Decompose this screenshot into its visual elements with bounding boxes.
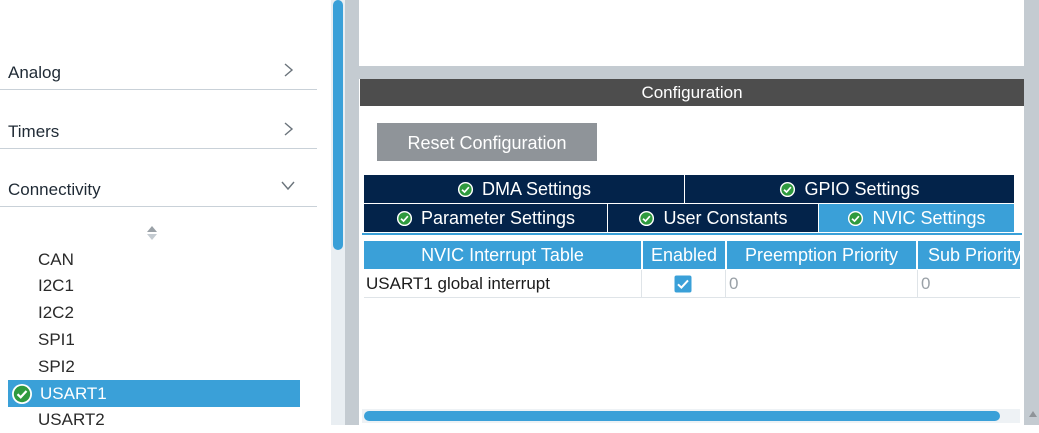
tab-dma-settings[interactable]: DMA Settings [364,175,684,203]
chevron-down-icon [281,181,295,191]
categories-panel: Analog Timers Connectivity CAN I2C1 I2C2… [0,0,331,429]
category-timers[interactable]: Timers [0,90,317,149]
column-header-enabled[interactable]: Enabled [643,241,725,269]
category-analog-label: Analog [8,63,61,82]
tab-underline [362,233,1022,235]
category-analog[interactable]: Analog [0,31,317,90]
tab-gpio-settings-label: GPIO Settings [804,178,920,199]
tab-user-constants[interactable]: User Constants [608,204,818,232]
chevron-right-icon [284,63,294,77]
column-header-interrupt-table[interactable]: NVIC Interrupt Table [364,241,641,269]
column-header-sub-priority[interactable]: Sub Priority [918,241,1020,269]
table-cell-interrupt-name[interactable]: USART1 global interrupt [364,270,642,298]
peripheral-spi2[interactable]: SPI2 [38,354,75,380]
mode-area [359,0,1024,66]
check-circle-icon [639,210,655,226]
right-border [1024,0,1039,425]
peripheral-usart1-label: USART1 [40,384,107,403]
category-connectivity[interactable]: Connectivity [0,148,317,207]
check-circle-icon [12,384,32,404]
scroll-arrow-icon[interactable] [1028,409,1038,423]
peripheral-i2c2[interactable]: I2C2 [38,300,74,326]
tab-parameter-settings-label: Parameter Settings [420,207,576,228]
check-circle-icon [780,181,796,197]
tab-user-constants-label: User Constants [663,207,788,228]
column-header-preemption-priority[interactable]: Preemption Priority [727,241,916,269]
check-circle-icon [848,210,864,226]
tab-dma-settings-label: DMA Settings [481,178,592,199]
left-scrollbar-thumb[interactable] [333,0,343,250]
table-cell-sub-priority[interactable]: 0 [918,270,1020,298]
table-cell-preemption-priority[interactable]: 0 [726,270,918,298]
check-circle-icon [457,181,474,197]
horizontal-scrollbar-thumb[interactable] [364,411,1000,421]
tab-gpio-settings[interactable]: GPIO Settings [685,175,1014,203]
category-connectivity-label: Connectivity [8,180,101,199]
sort-icon[interactable] [146,224,158,242]
reset-configuration-button[interactable]: Reset Configuration [377,123,597,161]
section-gap [359,66,1024,79]
chevron-right-icon [284,122,294,136]
check-circle-icon [396,210,413,226]
peripheral-usart2[interactable]: USART2 [38,407,105,433]
peripheral-usart1-selected[interactable]: USART1 [8,380,300,407]
category-timers-label: Timers [8,122,60,141]
tab-nvic-settings-label: NVIC Settings [872,207,986,228]
table-cell-enabled[interactable] [642,270,726,298]
configuration-header: Configuration [360,79,1024,106]
tab-nvic-settings[interactable]: NVIC Settings [819,204,1014,232]
peripheral-i2c1[interactable]: I2C1 [38,273,74,299]
panel-divider[interactable] [345,0,359,425]
peripheral-spi1[interactable]: SPI1 [38,327,75,353]
peripheral-can[interactable]: CAN [38,247,74,273]
tab-parameter-settings[interactable]: Parameter Settings [364,204,607,232]
checkbox-checked-icon[interactable] [674,275,692,293]
